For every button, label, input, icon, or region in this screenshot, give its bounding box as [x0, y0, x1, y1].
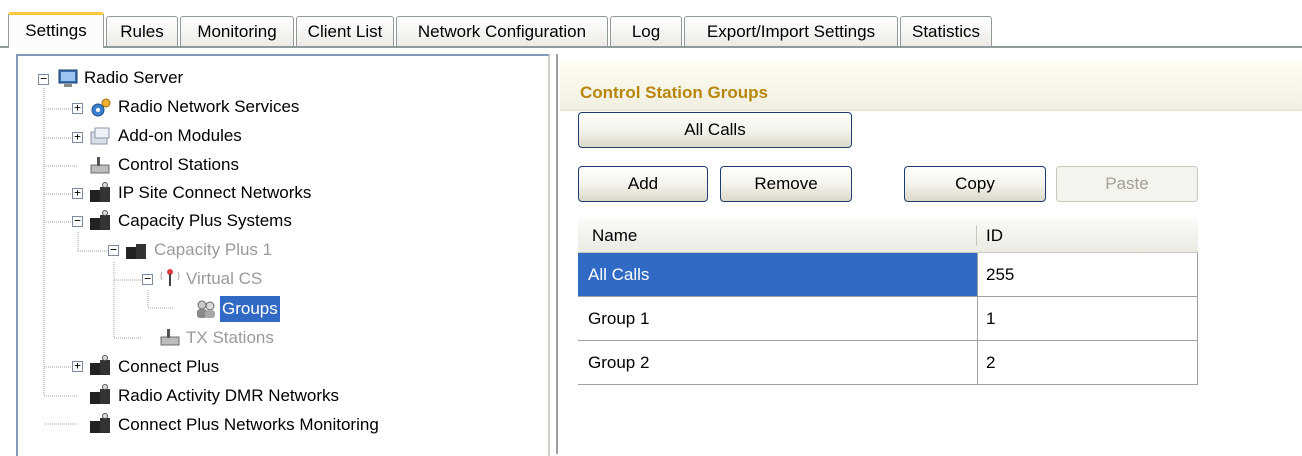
tab-statistics[interactable]: Statistics [900, 16, 992, 46]
tree-item-label: Virtual CS [186, 269, 263, 288]
group-icon [197, 300, 215, 318]
column-divider[interactable] [976, 225, 977, 246]
tree-item-label: Groups [220, 296, 280, 322]
gear-network-icon [91, 98, 111, 117]
cell-name[interactable]: Group 1 [578, 297, 978, 341]
tree-item-virtual-cs[interactable]: Virtual CS [184, 266, 264, 292]
tab-rules[interactable]: Rules [106, 16, 178, 46]
tree-item-ip-site-connect-networks[interactable]: IP Site Connect Networks [116, 180, 313, 206]
tree-item-control-stations[interactable]: Control Stations [116, 152, 241, 178]
tree-item-label: Add-on Modules [118, 126, 242, 145]
repeater-icon [90, 413, 110, 433]
tree-item-label: Connect Plus Networks Monitoring [118, 415, 379, 434]
column-header-id[interactable]: ID [986, 219, 1003, 252]
repeater-icon [126, 244, 146, 259]
repeater-icon [90, 384, 110, 404]
panel-title: Control Station Groups [580, 83, 768, 102]
remove-button[interactable]: Remove [720, 166, 852, 202]
tree-item-label: Radio Network Services [118, 97, 300, 116]
cell-id[interactable]: 255 [978, 253, 1198, 297]
tree-item-capacity-plus-systems[interactable]: Capacity Plus Systems [116, 208, 294, 234]
add-button[interactable]: Add [578, 166, 708, 202]
tree-item-groups[interactable]: Groups [220, 296, 280, 322]
tree-item-label: Capacity Plus Systems [118, 211, 292, 230]
copy-button[interactable]: Copy [904, 166, 1046, 202]
table-row[interactable]: All Calls 255 [578, 253, 1198, 297]
collapse-virtual-cs-icon[interactable]: − [142, 273, 153, 285]
collapse-capacity-plus-1-icon[interactable]: − [108, 244, 119, 256]
tree-item-add-on-modules[interactable]: Add-on Modules [116, 123, 244, 149]
tree-item-label: Capacity Plus 1 [154, 240, 273, 259]
antenna-icon [160, 269, 180, 286]
tree-item-connect-plus[interactable]: Connect Plus [116, 354, 221, 380]
column-header-name[interactable]: Name [592, 219, 637, 252]
tree-item-radio-activity-dmr-networks[interactable]: Radio Activity DMR Networks [116, 383, 341, 409]
tab-log[interactable]: Log [610, 16, 682, 46]
repeater-icon [90, 355, 110, 375]
radio-station-icon [160, 329, 180, 346]
tab-strip: Settings Rules Monitoring Client List Ne… [0, 0, 1302, 48]
tab-monitoring[interactable]: Monitoring [180, 16, 294, 46]
table-row[interactable]: Group 2 2 [578, 341, 1198, 385]
tab-network-configuration[interactable]: Network Configuration [396, 16, 608, 46]
tree-item-label: Connect Plus [118, 357, 220, 376]
tree-item-label: Control Stations [118, 155, 239, 174]
cell-id[interactable]: 1 [978, 297, 1198, 341]
expand-radio-network-services-icon[interactable]: + [72, 102, 83, 114]
tab-settings[interactable]: Settings [8, 12, 104, 48]
all-calls-button[interactable]: All Calls [578, 112, 852, 148]
tree-item-label: Radio Server [84, 68, 184, 87]
navigation-tree[interactable]: − Radio Server + Radio Network Services … [16, 54, 550, 456]
tree-item-radio-network-services[interactable]: Radio Network Services [116, 94, 301, 120]
paste-button[interactable]: Paste [1056, 166, 1198, 202]
expand-add-on-modules-icon[interactable]: + [72, 131, 83, 143]
tree-item-label: TX Stations [186, 328, 274, 347]
tree-item-capacity-plus-1[interactable]: Capacity Plus 1 [152, 237, 274, 263]
tree-item-label: IP Site Connect Networks [118, 183, 312, 202]
collapse-capacity-plus-systems-icon[interactable]: − [72, 215, 83, 227]
tree-item-label: Radio Activity DMR Networks [118, 386, 340, 405]
computer-icon [58, 69, 78, 87]
collapse-radio-server-icon[interactable]: − [38, 73, 49, 85]
groups-grid-header: Name ID [578, 219, 1198, 253]
repeater-icon [90, 210, 110, 230]
expand-connect-plus-icon[interactable]: + [72, 360, 83, 372]
panel-header: Control Station Groups [560, 62, 1302, 111]
tab-client-list[interactable]: Client List [296, 16, 394, 46]
repeater-icon [90, 182, 110, 202]
cell-name[interactable]: Group 2 [578, 341, 978, 385]
tab-export-import-settings[interactable]: Export/Import Settings [684, 16, 898, 46]
modules-icon [90, 127, 110, 145]
table-row[interactable]: Group 1 1 [578, 297, 1198, 341]
expand-ip-site-connect-icon[interactable]: + [72, 187, 83, 199]
cell-id[interactable]: 2 [978, 341, 1198, 385]
cell-name[interactable]: All Calls [578, 253, 978, 297]
tree-item-radio-server[interactable]: Radio Server [82, 65, 185, 91]
tree-item-tx-stations[interactable]: TX Stations [184, 325, 276, 351]
radio-station-icon [90, 157, 110, 174]
tree-item-connect-plus-networks-monitoring[interactable]: Connect Plus Networks Monitoring [116, 412, 381, 438]
